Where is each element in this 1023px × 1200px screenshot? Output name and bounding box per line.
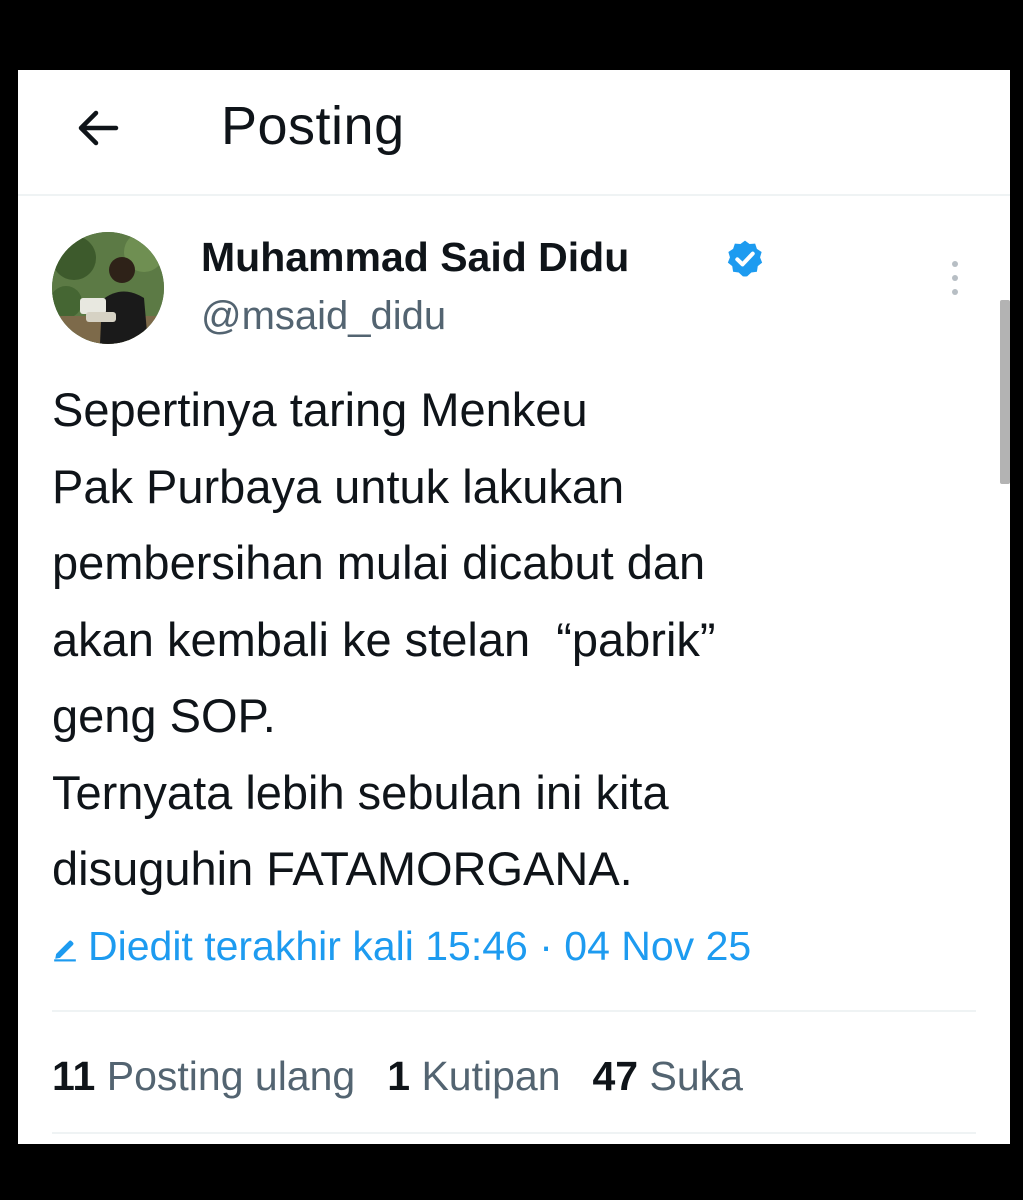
tweet-text-line: pembersihan mulai dicabut dan <box>52 536 706 589</box>
tweet-text-line: Ternyata lebih sebulan ini kita <box>52 765 669 819</box>
quotes-count: 1 <box>387 1052 411 1099</box>
engagement-stats: 11 Posting ulang 1 Kutipan 47 Suka <box>52 1048 775 1104</box>
reposts-count: 11 <box>52 1052 96 1099</box>
divider <box>52 1010 976 1012</box>
edit-history-link[interactable]: Diedit terakhir kali 15:46 · 04 Nov 25 <box>52 918 751 974</box>
reposts-label: Posting ulang <box>106 1052 356 1099</box>
divider <box>52 1132 976 1134</box>
post-detail-screen: Posting Muhammad Said Didu @msaid_didu S… <box>18 70 1010 1144</box>
tweet-text-line: geng SOP. <box>52 689 276 742</box>
back-button[interactable] <box>68 98 128 158</box>
more-vertical-icon[interactable] <box>942 258 968 298</box>
reposts-stat[interactable]: 11 Posting ulang <box>52 1053 355 1100</box>
tweet-text-line: disuguhin FATAMORGANA. <box>52 842 633 895</box>
tweet-text: Sepertinya taring Menkeu Pak Purbaya unt… <box>52 372 952 908</box>
edit-history-label: Diedit terakhir kali 15:46 · 04 Nov 25 <box>88 922 752 969</box>
avatar[interactable] <box>52 232 164 344</box>
likes-count: 47 <box>592 1052 639 1099</box>
quotes-stat[interactable]: 1 Kutipan <box>387 1053 560 1100</box>
top-app-bar: Posting <box>18 70 1010 196</box>
verified-badge-icon <box>727 240 763 277</box>
tweet-text-line: akan kembali ke stelan “pabrik” <box>52 612 716 666</box>
page-title: Posting <box>221 96 405 156</box>
author-handle[interactable]: @msaid_didu <box>201 292 446 340</box>
likes-stat[interactable]: 47 Suka <box>593 1053 743 1100</box>
avatar-photo <box>52 232 164 344</box>
arrow-left-icon <box>78 110 119 146</box>
pencil-icon <box>54 940 76 962</box>
scrollbar-thumb[interactable] <box>1000 300 1010 484</box>
tweet-text-line: Sepertinya taring Menkeu <box>52 383 588 436</box>
tweet-text-line: Pak Purbaya untuk lakukan <box>52 459 625 513</box>
quotes-label: Kutipan <box>421 1052 561 1099</box>
likes-label: Suka <box>649 1052 743 1099</box>
author-name[interactable]: Muhammad Said Didu <box>201 232 629 282</box>
